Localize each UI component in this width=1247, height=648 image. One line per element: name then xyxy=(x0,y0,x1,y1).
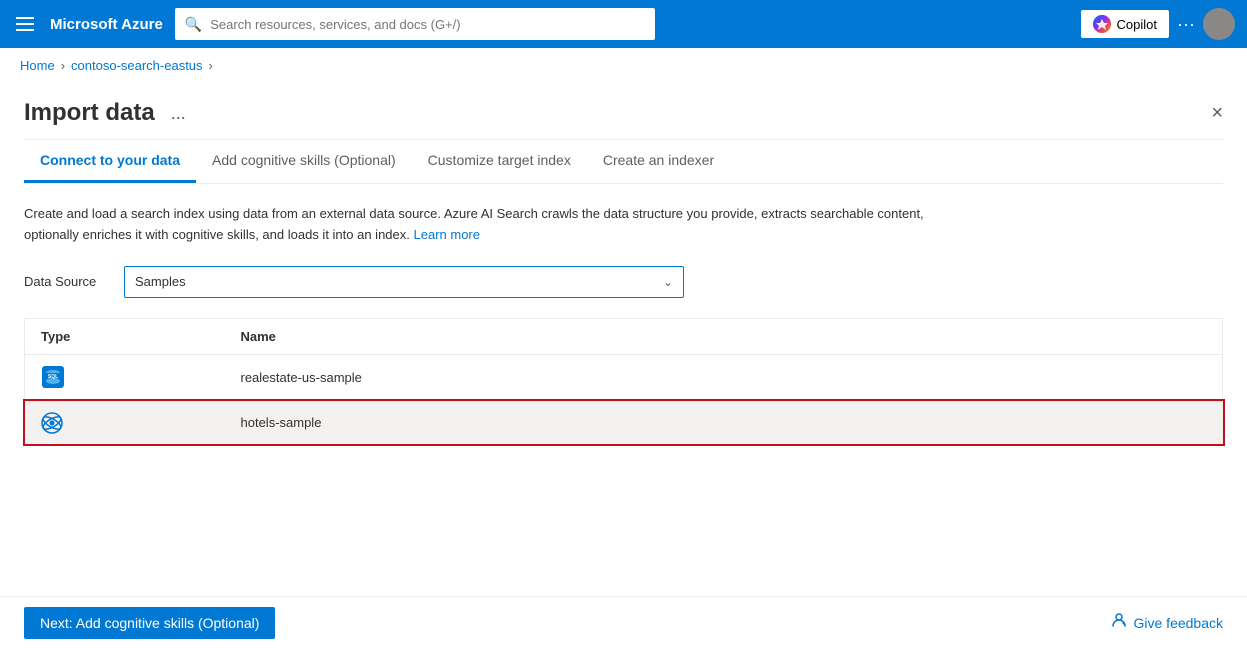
tab-connect-data[interactable]: Connect to your data xyxy=(24,140,196,183)
description-text: Create and load a search index using dat… xyxy=(24,204,924,246)
top-navigation: Microsoft Azure 🔍 Copilot ··· xyxy=(0,0,1247,48)
nav-right-section: Copilot ··· xyxy=(1081,8,1235,40)
data-source-select[interactable]: Samples ⌄ xyxy=(124,266,684,298)
feedback-person-icon xyxy=(1110,611,1128,629)
data-source-label: Data Source xyxy=(24,274,104,289)
name-cell-realestate: realestate-us-sample xyxy=(225,354,1223,401)
user-avatar[interactable] xyxy=(1203,8,1235,40)
column-header-type: Type xyxy=(25,318,225,354)
data-source-row: Data Source Samples ⌄ xyxy=(24,266,1223,298)
tab-create-indexer[interactable]: Create an indexer xyxy=(587,140,730,183)
copilot-label: Copilot xyxy=(1117,17,1157,32)
breadcrumb-separator-1: › xyxy=(61,58,65,73)
name-cell-hotels: hotels-sample xyxy=(225,401,1223,444)
feedback-label: Give feedback xyxy=(1134,615,1224,631)
table-row[interactable]: hotels-sample xyxy=(25,401,1223,444)
cosmos-type-icon xyxy=(41,412,63,434)
breadcrumb-separator-2: › xyxy=(209,58,213,73)
hamburger-menu[interactable] xyxy=(12,13,38,35)
breadcrumb-resource[interactable]: contoso-search-eastus xyxy=(71,58,203,73)
main-content: Import data ... × Connect to your data A… xyxy=(0,83,1247,645)
type-cell-cosmos xyxy=(25,401,225,444)
data-source-value: Samples xyxy=(135,274,186,289)
page-title: Import data xyxy=(24,99,155,127)
bottom-action-bar: Next: Add cognitive skills (Optional) Gi… xyxy=(0,596,1247,648)
cosmos-db-icon xyxy=(41,412,63,434)
page-title-row: Import data ... xyxy=(24,99,192,127)
next-button[interactable]: Next: Add cognitive skills (Optional) xyxy=(24,607,275,639)
sql-type-icon: SQL xyxy=(41,365,65,389)
learn-more-link[interactable]: Learn more xyxy=(414,227,480,242)
azure-logo: Microsoft Azure xyxy=(50,16,163,33)
table-row[interactable]: SQL realestate-us-sample xyxy=(25,354,1223,401)
global-search-bar[interactable]: 🔍 xyxy=(175,8,655,40)
sql-database-icon: SQL xyxy=(42,366,64,388)
search-icon: 🔍 xyxy=(185,16,202,33)
breadcrumb: Home › contoso-search-eastus › xyxy=(0,48,1247,83)
table-header-row: Type Name xyxy=(25,318,1223,354)
breadcrumb-home[interactable]: Home xyxy=(20,58,55,73)
svg-text:SQL: SQL xyxy=(48,374,58,380)
search-input[interactable] xyxy=(210,17,645,32)
chevron-down-icon: ⌄ xyxy=(663,275,673,289)
samples-table: Type Name SQL reales xyxy=(24,318,1223,445)
tab-customize-index[interactable]: Customize target index xyxy=(412,140,587,183)
page-header: Import data ... × xyxy=(24,83,1223,140)
close-button[interactable]: × xyxy=(1211,103,1223,123)
feedback-icon xyxy=(1110,611,1128,634)
page-more-options-button[interactable]: ... xyxy=(165,101,192,126)
copilot-button[interactable]: Copilot xyxy=(1081,10,1169,38)
tab-cognitive-skills[interactable]: Add cognitive skills (Optional) xyxy=(196,140,412,183)
copilot-icon xyxy=(1093,15,1111,33)
give-feedback-link[interactable]: Give feedback xyxy=(1110,611,1224,634)
more-options-icon[interactable]: ··· xyxy=(1177,14,1195,35)
type-cell: SQL xyxy=(25,354,225,401)
column-header-name: Name xyxy=(225,318,1223,354)
wizard-tabs: Connect to your data Add cognitive skill… xyxy=(24,140,1223,184)
